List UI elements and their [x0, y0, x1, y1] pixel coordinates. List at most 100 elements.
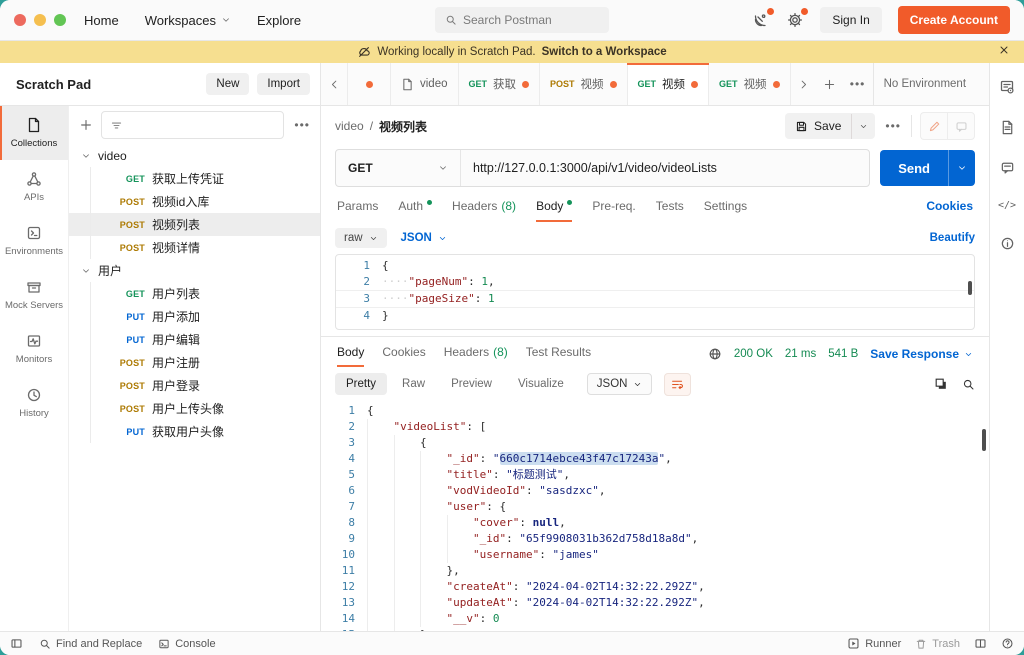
sidebar-toggle-icon[interactable] — [10, 637, 23, 650]
response-time[interactable]: 21 ms — [785, 348, 816, 360]
request-item[interactable]: POST视频id入库 — [69, 190, 320, 213]
tab-options-icon[interactable]: ••• — [843, 63, 873, 105]
collection-folder[interactable]: 用户 — [69, 259, 320, 282]
request-item[interactable]: PUT用户编辑 — [69, 328, 320, 351]
info-icon[interactable] — [1000, 236, 1015, 251]
request-item[interactable]: POST用户上传头像 — [69, 397, 320, 420]
filter-collections-input[interactable] — [101, 111, 284, 139]
response-tab-testresults[interactable]: Test Results — [526, 345, 591, 367]
documentation-icon[interactable] — [1000, 120, 1015, 135]
add-collection-button[interactable] — [79, 118, 93, 132]
request-item[interactable]: PUT用户添加 — [69, 305, 320, 328]
sidebar-item-apis[interactable]: APIs — [0, 160, 68, 214]
find-and-replace-button[interactable]: Find and Replace — [39, 638, 142, 650]
request-tab-params[interactable]: Params — [337, 199, 378, 222]
runner-button[interactable]: Runner — [847, 637, 901, 650]
copy-icon[interactable] — [934, 377, 948, 391]
search-input[interactable]: Search Postman — [435, 7, 609, 33]
code-snippet-icon[interactable]: </> — [998, 200, 1016, 211]
beautify-link[interactable]: Beautify — [930, 232, 975, 244]
request-item[interactable]: POST视频列表 — [69, 213, 320, 236]
tab-request[interactable]: GET视频 — [628, 63, 710, 105]
request-tab-body[interactable]: Body — [536, 199, 572, 222]
tab-request[interactable]: POST视频 — [540, 63, 628, 105]
tab-request[interactable]: GET视频 — [709, 63, 791, 105]
request-item[interactable]: POST用户注册 — [69, 351, 320, 374]
environment-panel-icon[interactable] — [999, 79, 1015, 95]
request-tab-tests[interactable]: Tests — [656, 199, 684, 222]
response-tab-headers[interactable]: Headers(8) — [444, 345, 508, 367]
method-selector[interactable]: GET — [336, 150, 461, 186]
sidebar-item-history[interactable]: History — [0, 376, 68, 430]
collection-folder[interactable]: video — [69, 144, 320, 167]
response-scrollbar[interactable] — [982, 429, 986, 451]
status-badge[interactable]: 200 OK — [734, 348, 773, 360]
view-tab-pretty[interactable]: Pretty — [335, 373, 387, 395]
nav-home[interactable]: Home — [84, 13, 119, 28]
request-item[interactable]: GET获取上传凭证 — [69, 167, 320, 190]
comments-icon[interactable] — [1000, 160, 1015, 175]
body-format-selector[interactable]: JSON — [401, 232, 447, 244]
save-button[interactable]: Save — [785, 113, 875, 139]
view-tab-preview[interactable]: Preview — [440, 373, 503, 395]
tab-request[interactable]: GET获取 — [459, 63, 541, 105]
breadcrumb-collection[interactable]: video — [335, 119, 364, 133]
sidebar-item-mock-servers[interactable]: Mock Servers — [0, 268, 68, 322]
import-button[interactable]: Import — [257, 73, 310, 95]
request-tab-auth[interactable]: Auth — [398, 199, 432, 222]
create-account-button[interactable]: Create Account — [898, 6, 1010, 34]
sign-in-button[interactable]: Sign In — [820, 7, 881, 33]
new-button[interactable]: New — [206, 73, 249, 95]
request-item[interactable]: PUT获取用户头像 — [69, 420, 320, 443]
edit-icon[interactable] — [920, 112, 947, 140]
request-item[interactable]: POST视频详情 — [69, 236, 320, 259]
tabs-scroll-left-icon[interactable] — [321, 63, 347, 105]
response-body-viewer[interactable]: 1{2"videoList": [3{4"_id": "660c1714ebce… — [321, 401, 989, 631]
help-icon[interactable] — [1001, 637, 1014, 650]
response-tab-cookies[interactable]: Cookies — [382, 345, 425, 367]
gear-icon[interactable] — [786, 11, 804, 29]
tab-clipped[interactable] — [347, 63, 391, 105]
close-icon[interactable] — [998, 44, 1012, 58]
search-response-icon[interactable] — [962, 378, 975, 391]
cookies-link[interactable]: Cookies — [926, 199, 973, 222]
tabs-scroll-right-icon[interactable] — [791, 63, 817, 105]
request-body-editor[interactable]: 1{2····"pageNum": 1,3····"pageSize": 14} — [335, 254, 975, 330]
more-actions-icon[interactable]: ••• — [292, 118, 312, 132]
url-input[interactable]: http://127.0.0.1:3000/api/v1/video/video… — [461, 150, 869, 186]
send-options-icon[interactable] — [948, 150, 975, 186]
close-window-button[interactable] — [14, 14, 26, 26]
trash-button[interactable]: Trash — [915, 638, 960, 650]
response-format-selector[interactable]: JSON — [587, 373, 653, 395]
nav-workspaces[interactable]: Workspaces — [145, 13, 231, 28]
send-button[interactable]: Send — [880, 150, 975, 186]
switch-workspace-link[interactable]: Switch to a Workspace — [542, 46, 667, 58]
request-more-actions-icon[interactable]: ••• — [883, 119, 903, 133]
request-tab-settings[interactable]: Settings — [704, 199, 747, 222]
sidebar-item-collections[interactable]: Collections — [0, 106, 68, 160]
view-tab-raw[interactable]: Raw — [391, 373, 436, 395]
body-type-selector[interactable]: raw — [335, 228, 387, 248]
request-item[interactable]: GET用户列表 — [69, 282, 320, 305]
sidebar-item-environments[interactable]: Environments — [0, 214, 68, 268]
tab-collection[interactable]: video — [391, 63, 459, 105]
response-size[interactable]: 541 B — [828, 348, 858, 360]
request-item[interactable]: POST用户登录 — [69, 374, 320, 397]
request-tab-prereq[interactable]: Pre-req. — [592, 199, 635, 222]
wrap-text-icon[interactable] — [664, 373, 691, 396]
response-tab-body[interactable]: Body — [337, 345, 364, 367]
minimize-window-button[interactable] — [34, 14, 46, 26]
breadcrumb-request[interactable]: 视频列表 — [379, 118, 427, 135]
view-tab-visualize[interactable]: Visualize — [507, 373, 575, 395]
maximize-window-button[interactable] — [54, 14, 66, 26]
nav-explore[interactable]: Explore — [257, 13, 301, 28]
console-button[interactable]: Console — [158, 638, 215, 650]
new-tab-icon[interactable] — [817, 63, 843, 105]
split-pane-icon[interactable] — [974, 637, 987, 650]
request-tab-headers[interactable]: Headers(8) — [452, 199, 516, 222]
window-controls[interactable] — [14, 14, 66, 26]
save-response-button[interactable]: Save Response — [870, 347, 973, 361]
request-editor-scrollbar[interactable] — [968, 281, 972, 295]
sidebar-item-monitors[interactable]: Monitors — [0, 322, 68, 376]
comment-icon[interactable] — [947, 112, 975, 140]
